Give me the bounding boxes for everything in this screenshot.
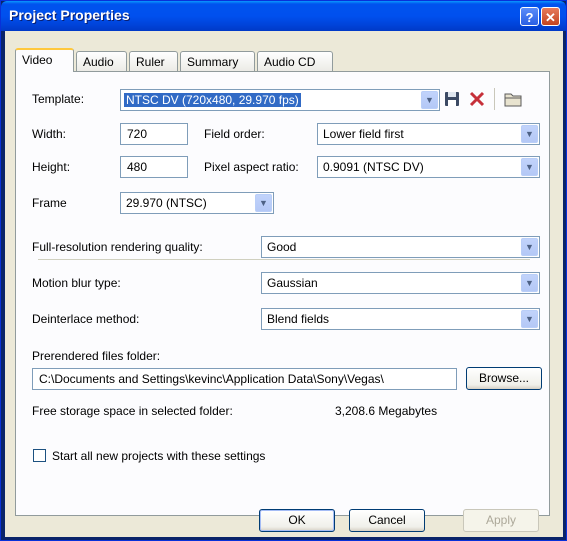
free-space-label: Free storage space in selected folder: bbox=[32, 404, 233, 418]
tab-summary-label: Summary bbox=[187, 55, 239, 69]
browse-button[interactable]: Browse... bbox=[466, 367, 542, 390]
tab-audio-cd-label: Audio CD bbox=[264, 55, 316, 69]
tab-ruler[interactable]: Ruler bbox=[129, 51, 178, 71]
dialog-client-area: Video Audio Ruler Summary Audio CD Templ… bbox=[5, 31, 563, 537]
window-title: Project Properties bbox=[9, 7, 130, 23]
tab-ruler-label: Ruler bbox=[136, 55, 165, 69]
motion-blur-value: Gaussian bbox=[267, 276, 318, 290]
deinterlace-combo[interactable]: Blend fields ▼ bbox=[261, 308, 540, 330]
dropdown-arrow-icon[interactable]: ▼ bbox=[521, 274, 538, 292]
tab-summary[interactable]: Summary bbox=[180, 51, 255, 71]
ok-button[interactable]: OK bbox=[259, 509, 335, 532]
video-tab-panel: Template: NTSC DV (720x480, 29.970 fps) … bbox=[15, 71, 550, 516]
motion-blur-label: Motion blur type: bbox=[32, 276, 121, 290]
project-properties-window: Project Properties ? ✕ Video Audio Ruler… bbox=[0, 0, 567, 541]
start-all-label[interactable]: Start all new projects with these settin… bbox=[52, 449, 265, 463]
delete-icon[interactable] bbox=[469, 91, 485, 107]
deinterlace-value: Blend fields bbox=[267, 312, 330, 326]
dropdown-arrow-icon[interactable]: ▼ bbox=[255, 194, 272, 212]
quality-combo[interactable]: Good ▼ bbox=[261, 236, 540, 258]
section-divider bbox=[38, 259, 530, 260]
tab-video-label: Video bbox=[22, 53, 53, 67]
quality-label: Full-resolution rendering quality: bbox=[32, 240, 203, 254]
height-input[interactable]: 480 bbox=[120, 156, 188, 178]
apply-button[interactable]: Apply bbox=[463, 509, 539, 532]
pixel-aspect-label: Pixel aspect ratio: bbox=[204, 160, 299, 174]
dropdown-arrow-icon[interactable]: ▼ bbox=[521, 310, 538, 328]
deinterlace-label: Deinterlace method: bbox=[32, 312, 140, 326]
quality-value: Good bbox=[267, 240, 297, 254]
field-order-label: Field order: bbox=[204, 127, 265, 141]
field-order-value: Lower field first bbox=[323, 127, 404, 141]
template-value: NTSC DV (720x480, 29.970 fps) bbox=[124, 93, 301, 107]
save-icon[interactable] bbox=[444, 91, 460, 107]
free-space-value: 3,208.6 Megabytes bbox=[335, 404, 438, 418]
height-label: Height: bbox=[32, 160, 71, 174]
help-button[interactable]: ? bbox=[520, 7, 539, 26]
width-label: Width: bbox=[32, 127, 67, 141]
tab-audio[interactable]: Audio bbox=[76, 51, 127, 71]
close-button[interactable]: ✕ bbox=[541, 7, 560, 26]
folder-icon[interactable] bbox=[504, 91, 522, 107]
cancel-button[interactable]: Cancel bbox=[349, 509, 425, 532]
dropdown-arrow-icon[interactable]: ▼ bbox=[521, 158, 538, 176]
pixel-aspect-combo[interactable]: 0.9091 (NTSC DV) ▼ bbox=[317, 156, 540, 178]
dropdown-arrow-icon[interactable]: ▼ bbox=[521, 238, 538, 256]
frame-combo[interactable]: 29.970 (NTSC) ▼ bbox=[120, 192, 274, 214]
folder-path-input[interactable]: C:\Documents and Settings\kevinc\Applica… bbox=[32, 368, 457, 390]
frame-label: Frame bbox=[32, 196, 67, 210]
tab-audio-label: Audio bbox=[83, 55, 114, 69]
tab-audio-cd[interactable]: Audio CD bbox=[257, 51, 333, 71]
pixel-aspect-value: 0.9091 (NTSC DV) bbox=[323, 160, 424, 174]
dropdown-arrow-icon[interactable]: ▼ bbox=[521, 125, 538, 143]
width-input[interactable]: 720 bbox=[120, 123, 188, 145]
frame-value: 29.970 (NTSC) bbox=[126, 196, 207, 210]
field-order-combo[interactable]: Lower field first ▼ bbox=[317, 123, 540, 145]
toolbar-divider bbox=[494, 88, 495, 110]
template-label: Template: bbox=[32, 92, 85, 106]
dropdown-arrow-icon[interactable]: ▼ bbox=[421, 91, 438, 109]
folder-label: Prerendered files folder: bbox=[32, 349, 161, 363]
start-all-checkbox[interactable] bbox=[33, 449, 46, 462]
title-bar[interactable]: Project Properties ? ✕ bbox=[1, 1, 566, 31]
motion-blur-combo[interactable]: Gaussian ▼ bbox=[261, 272, 540, 294]
template-combo[interactable]: NTSC DV (720x480, 29.970 fps) ▼ bbox=[120, 89, 440, 111]
tab-video[interactable]: Video bbox=[15, 48, 74, 72]
